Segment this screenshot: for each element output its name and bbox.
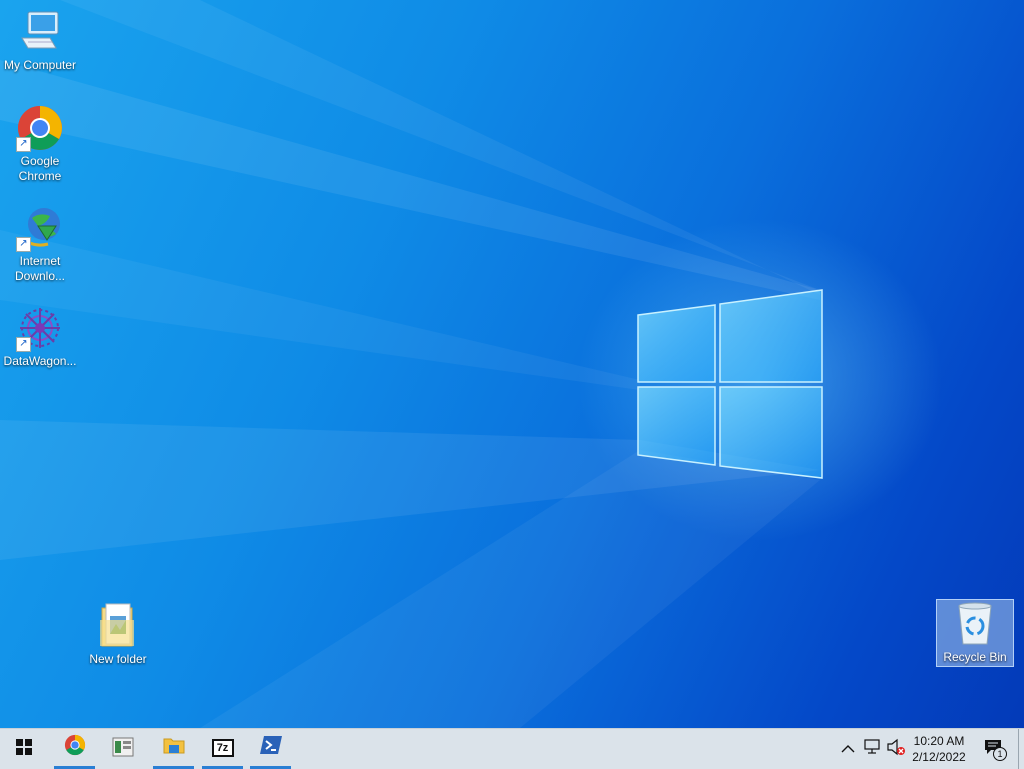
server-manager-icon [112,737,134,762]
windows-start-icon [16,738,32,760]
clock-date: 2/12/2022 [912,750,966,764]
desktop-icon-label: Recycle Bin [943,650,1007,664]
taskbar-file-explorer-button[interactable] [153,729,194,769]
taskbar-chrome-button[interactable] [54,729,95,769]
chrome-icon: ↗ [16,104,64,152]
desktop-icon-new-folder[interactable]: New folder [78,602,158,667]
start-button[interactable] [0,729,48,769]
desktop-icon-label: New folder [89,652,147,666]
chevron-up-icon [841,740,855,758]
internet-download-manager-icon: ↗ [16,204,64,252]
taskbar: 7z 10:20 AM 2/12/2022 1 [0,728,1024,769]
desktop-icon-google-chrome[interactable]: ↗ Google Chrome [0,104,80,184]
action-center-button[interactable]: 1 [982,739,1008,761]
desktop-icon-label: Google Chrome [18,154,62,183]
taskbar-powershell-button[interactable] [250,729,291,769]
computer-icon [16,8,64,56]
clock[interactable]: 10:20 AM 2/12/2022 [905,733,973,765]
shortcut-arrow-icon: ↗ [16,137,31,152]
network-icon [863,738,881,760]
show-desktop-button[interactable] [1019,729,1024,769]
shortcut-arrow-icon: ↗ [16,237,31,252]
file-explorer-icon [163,735,185,760]
chrome-icon [64,734,86,761]
powershell-icon [259,736,282,759]
recycle-bin-icon [951,600,999,648]
desktop-icon-label: Internet Downlo... [14,254,66,283]
shortcut-arrow-icon: ↗ [16,337,31,352]
folder-icon [94,602,142,650]
volume-muted-icon [886,738,906,761]
desktop-icon-datawagon[interactable]: ↗ DataWagon... [0,304,80,369]
datawagon-icon: ↗ [16,304,64,352]
notification-count-badge: 1 [993,747,1007,761]
desktop-icon-my-computer[interactable]: My Computer [0,8,80,73]
network-tray-button[interactable] [862,738,882,760]
desktop[interactable]: My Computer ↗ Google Chrome ↗ Internet D… [0,0,1024,728]
taskbar-7zip-button[interactable]: 7z [202,729,243,769]
windows-logo [637,289,823,479]
clock-time: 10:20 AM [913,734,965,748]
taskbar-server-manager-button[interactable] [102,729,144,769]
desktop-icon-recycle-bin[interactable]: Recycle Bin [936,599,1014,667]
desktop-icon-internet-download-manager[interactable]: ↗ Internet Downlo... [0,204,80,284]
volume-tray-button[interactable] [886,738,906,761]
action-center-icon: 1 [984,739,1007,761]
show-hidden-icons-button[interactable] [838,739,858,759]
desktop-icon-label: My Computer [3,58,77,72]
7zip-icon: 7z [211,738,234,757]
desktop-icon-label: DataWagon... [3,354,77,368]
